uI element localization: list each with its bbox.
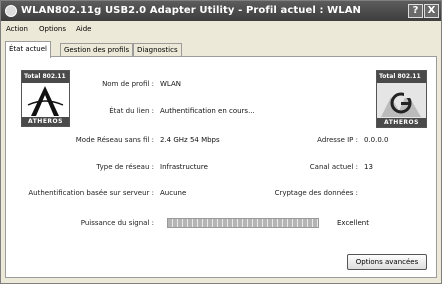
- channel-value: 13: [364, 163, 373, 171]
- menu-aide[interactable]: Aide: [76, 21, 91, 37]
- signal-strength-fill: [168, 219, 318, 227]
- ip-address-value: 0.0.0.0: [364, 136, 389, 144]
- atheros-a-icon: [27, 86, 64, 116]
- atheros-logo-right: Total 802.11 ATHEROS: [376, 70, 427, 128]
- signal-label: Puissance du signal :: [80, 219, 154, 227]
- auth-label: Authentification basée sur serveur :: [28, 189, 154, 197]
- signal-quality-value: Excellent: [337, 219, 369, 227]
- logo-right-caption: Total 802.11: [377, 71, 426, 83]
- menu-options[interactable]: Options: [39, 21, 66, 37]
- atheros-g-icon: [377, 83, 426, 121]
- ip-address-label: Adresse IP :: [317, 136, 358, 144]
- signal-strength-bar: [167, 218, 319, 228]
- app-icon: [5, 5, 17, 17]
- logo-left-brand: ATHEROS: [22, 117, 69, 126]
- profile-name-label: Nom de profil :: [102, 80, 154, 88]
- network-type-value: Infrastructure: [160, 163, 208, 171]
- status-panel: Total 802.11 ATHEROS Total 802.11 ATHERO…: [5, 56, 437, 278]
- window-title: WLAN802.11g USB2.0 Adapter Utility - Pro…: [21, 5, 362, 16]
- tab-etat-actuel[interactable]: État actuel: [5, 41, 51, 58]
- close-button[interactable]: X: [424, 4, 439, 18]
- tab-gestion-profils[interactable]: Gestion des profils: [60, 43, 134, 57]
- logo-right-brand: ATHEROS: [377, 118, 426, 127]
- advanced-options-button[interactable]: Options avancées: [347, 254, 427, 270]
- logo-left-caption: Total 802.11: [22, 71, 69, 83]
- channel-label: Canal actuel :: [309, 163, 358, 171]
- network-type-label: Type de réseau :: [96, 163, 154, 171]
- link-state-label: État du lien :: [109, 107, 154, 115]
- link-state-value: Authentification en cours...: [160, 107, 255, 115]
- adapter-utility-window: WLAN802.11g USB2.0 Adapter Utility - Pro…: [0, 0, 442, 284]
- wireless-mode-label: Mode Réseau sans fil :: [75, 136, 154, 144]
- profile-name-value: WLAN: [160, 80, 182, 88]
- encryption-label: Cryptage des données :: [274, 189, 358, 197]
- help-button[interactable]: ?: [408, 4, 423, 18]
- auth-value: Aucune: [160, 189, 187, 197]
- atheros-logo-left: Total 802.11 ATHEROS: [21, 70, 70, 127]
- menu-action[interactable]: Action: [6, 21, 28, 37]
- menu-bar: Action Options Aide: [1, 21, 441, 37]
- wireless-mode-value: 2.4 GHz 54 Mbps: [160, 136, 220, 144]
- tab-diagnostics[interactable]: Diagnostics: [133, 43, 182, 57]
- title-bar[interactable]: WLAN802.11g USB2.0 Adapter Utility - Pro…: [1, 1, 441, 21]
